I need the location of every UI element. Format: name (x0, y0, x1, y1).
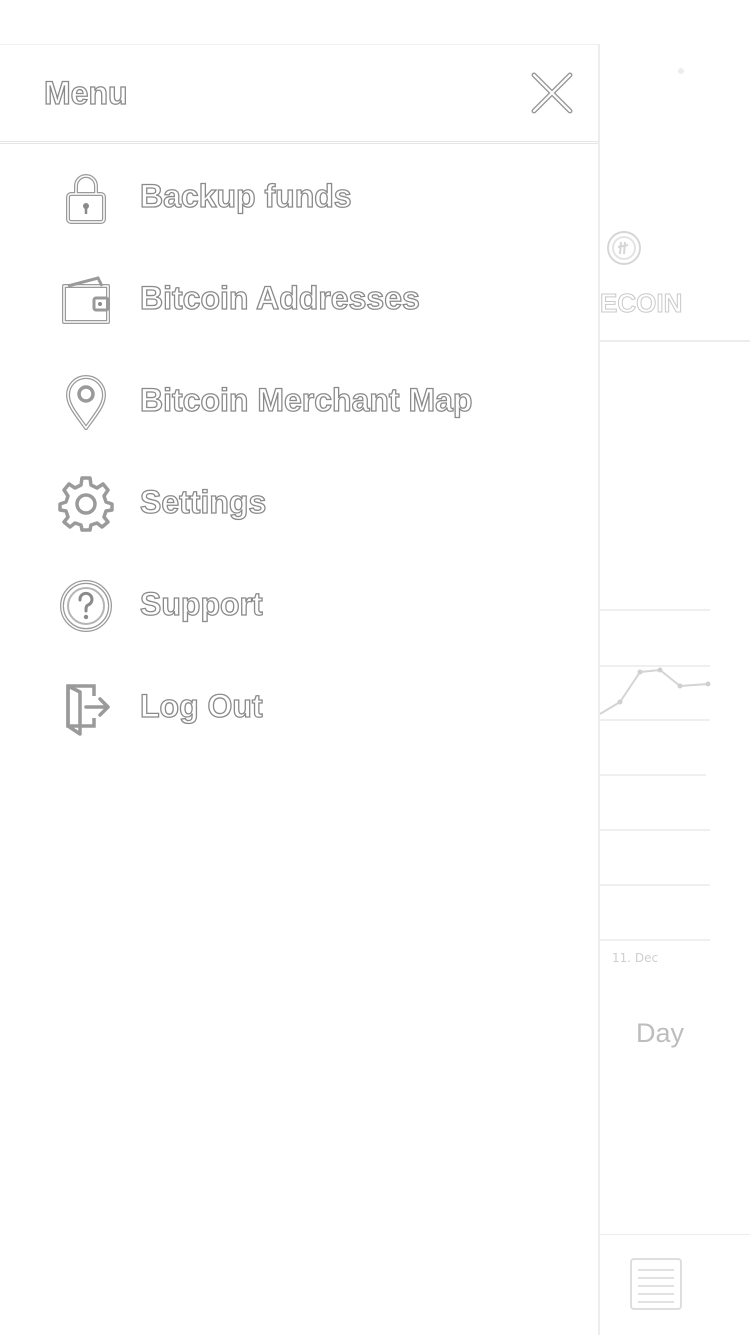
price-chart (599, 609, 711, 941)
menu-item-label: Bitcoin Addresses (139, 279, 420, 316)
menu-item-label: Backup funds (139, 177, 352, 214)
coin-tab-label[interactable]: ECOIN (600, 288, 690, 319)
gear-icon (58, 476, 114, 532)
menu-item-label: Log Out (139, 687, 263, 724)
map-pin-icon (65, 375, 107, 430)
menu-item-bitcoin-addresses[interactable]: Bitcoin Addresses (0, 256, 598, 358)
lock-icon (66, 174, 106, 224)
topbar-indicator (678, 68, 684, 74)
menu-list: Backup funds Bitcoin Addresses Bitcoin M… (0, 154, 598, 766)
menu-item-label: Settings (139, 483, 267, 520)
menu-item-backup-funds[interactable]: Backup funds (0, 154, 598, 256)
side-menu-drawer: Menu Backup funds Bitcoin Addresses Bitc… (0, 44, 600, 1335)
menu-item-label: Bitcoin Merchant Map (139, 381, 473, 418)
menu-item-label: Support (139, 585, 263, 622)
close-icon[interactable] (528, 69, 576, 117)
logout-door-icon (66, 684, 110, 736)
menu-item-settings[interactable]: Settings (0, 460, 598, 562)
coin-icon (607, 231, 641, 265)
menu-item-merchant-map[interactable]: Bitcoin Merchant Map (0, 358, 598, 460)
time-range-day[interactable]: Day (636, 1018, 684, 1049)
tab-divider (600, 340, 750, 342)
menu-item-support[interactable]: Support (0, 562, 598, 664)
chart-x-tick: 11. Dec (612, 951, 659, 965)
wallet-icon (62, 276, 110, 324)
menu-title: Menu (43, 74, 128, 111)
question-circle-icon (60, 580, 112, 632)
menu-item-log-out[interactable]: Log Out (0, 664, 598, 766)
list-icon[interactable] (628, 1256, 684, 1312)
drawer-header: Menu (0, 45, 598, 144)
